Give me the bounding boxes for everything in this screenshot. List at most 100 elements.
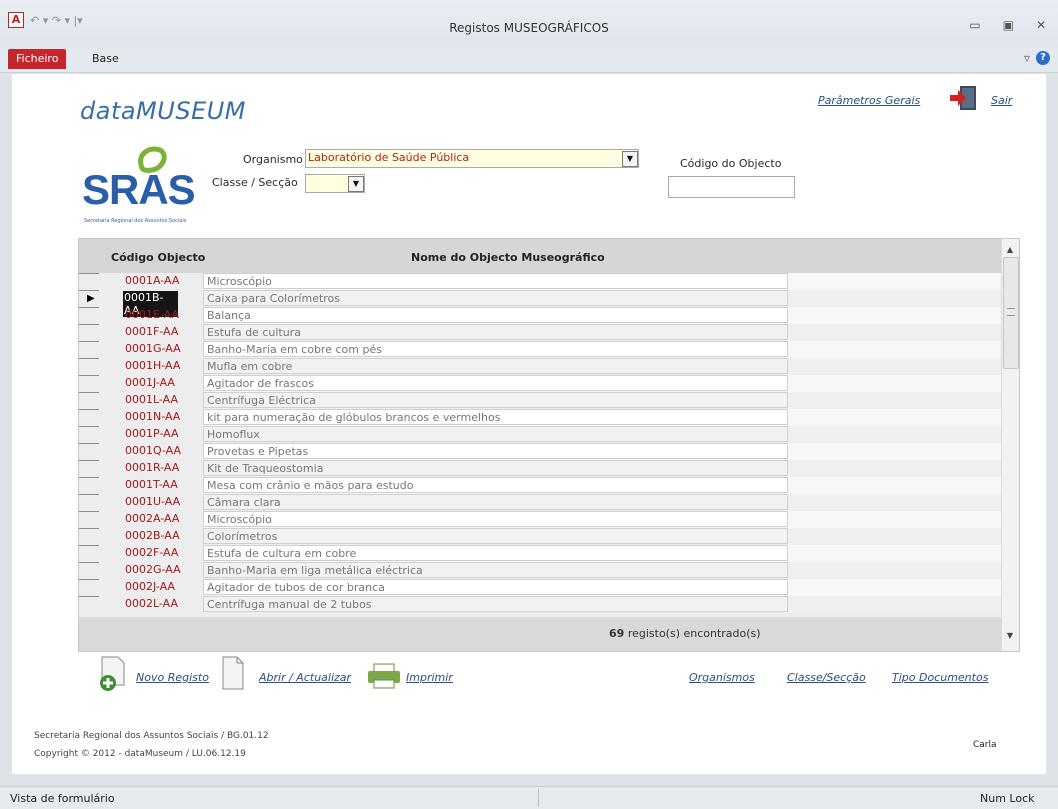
tab-base[interactable]: Base: [92, 49, 119, 69]
object-code-cell[interactable]: 0001N-AA: [115, 410, 209, 423]
object-name-cell[interactable]: Kit de Traqueostomia: [203, 460, 788, 476]
column-header-code[interactable]: Código Objecto: [111, 251, 205, 264]
object-code-cell[interactable]: 0001U-AA: [115, 495, 209, 508]
object-name-cell[interactable]: Centrífuga Eléctrica: [203, 392, 788, 408]
object-name-cell[interactable]: Estufa de cultura em cobre: [203, 545, 788, 561]
object-name-cell[interactable]: Balança: [203, 307, 788, 323]
table-row[interactable]: 0002B-AA Colorímetros: [79, 528, 1001, 545]
table-row[interactable]: 0001G-AA Banho-Maria em cobre com pés: [79, 341, 1001, 358]
object-code-cell[interactable]: 0001J-AA: [115, 376, 209, 389]
record-selector[interactable]: [79, 409, 99, 426]
table-row[interactable]: 0001E-AA Balança: [79, 307, 1001, 324]
object-name-cell[interactable]: Mesa com crânio e mãos para estudo: [203, 477, 788, 493]
record-selector[interactable]: [79, 460, 99, 477]
object-code-cell[interactable]: 0001F-AA: [115, 325, 209, 338]
tab-ficheiro[interactable]: Ficheiro: [8, 49, 67, 69]
object-code-cell[interactable]: 0001R-AA: [115, 461, 209, 474]
scroll-down-icon[interactable]: ▼: [1004, 631, 1016, 643]
column-header-name[interactable]: Nome do Objecto Museográfico: [411, 251, 605, 264]
object-code-cell[interactable]: 0002B-AA: [115, 529, 209, 542]
record-selector[interactable]: [79, 545, 99, 562]
object-code-cell[interactable]: 0002A-AA: [115, 512, 209, 525]
table-row[interactable]: 0001Q-AA Provetas e Pipetas: [79, 443, 1001, 460]
table-row[interactable]: 0001A-AA Microscópio: [79, 273, 1001, 290]
table-row[interactable]: 0001P-AA Homoflux: [79, 426, 1001, 443]
object-name-cell[interactable]: kit para numeração de glóbulos brancos e…: [203, 409, 788, 425]
record-selector[interactable]: [79, 358, 99, 375]
object-name-cell[interactable]: Microscópio: [203, 511, 788, 527]
record-selector[interactable]: [79, 307, 99, 324]
record-selector[interactable]: [79, 273, 99, 290]
scroll-up-icon[interactable]: ▲: [1004, 245, 1016, 257]
record-selector[interactable]: [79, 477, 99, 494]
general-params-link[interactable]: Parâmetros Gerais: [818, 94, 920, 107]
record-selector[interactable]: ▶: [79, 290, 99, 307]
open-update-link[interactable]: Abrir / Actualizar: [259, 671, 351, 684]
object-code-cell[interactable]: 0002F-AA: [115, 546, 209, 559]
object-name-cell[interactable]: Provetas e Pipetas: [203, 443, 788, 459]
table-row[interactable]: 0001T-AA Mesa com crânio e mãos para estu…: [79, 477, 1001, 494]
object-code-cell[interactable]: 0002G-AA: [115, 563, 209, 576]
object-code-cell[interactable]: 0001Q-AA: [115, 444, 209, 457]
object-name-cell[interactable]: Microscópio: [203, 273, 788, 289]
help-icon[interactable]: ?: [1036, 51, 1050, 65]
object-code-cell[interactable]: 0001H-AA: [115, 359, 209, 372]
vertical-scrollbar[interactable]: ▲ ▼: [1001, 239, 1019, 650]
object-code-cell[interactable]: 0002J-AA: [115, 580, 209, 593]
record-selector[interactable]: [79, 341, 99, 358]
chevron-down-icon[interactable]: ▼: [622, 151, 638, 167]
object-name-cell[interactable]: Homoflux: [203, 426, 788, 442]
record-selector[interactable]: [79, 596, 99, 613]
table-row[interactable]: 0001R-AA Kit de Traqueostomia: [79, 460, 1001, 477]
record-selector[interactable]: [79, 511, 99, 528]
class-section-select[interactable]: ▼: [305, 174, 365, 193]
record-selector[interactable]: [79, 443, 99, 460]
table-row[interactable]: 0001F-AA Estufa de cultura: [79, 324, 1001, 341]
object-code-cell[interactable]: 0001G-AA: [115, 342, 209, 355]
table-row[interactable]: 0001H-AA Mufla em cobre: [79, 358, 1001, 375]
object-name-cell[interactable]: Banho-Maria em liga metálica eléctrica: [203, 562, 788, 578]
object-name-cell[interactable]: Centrífuga manual de 2 tubos: [203, 596, 788, 612]
object-code-cell[interactable]: 0001E-AA: [115, 308, 209, 321]
exit-link[interactable]: Sair: [991, 94, 1012, 107]
object-code-cell[interactable]: 0001P-AA: [115, 427, 209, 440]
new-record-link[interactable]: Novo Registo: [136, 671, 209, 684]
table-row[interactable]: 0002A-AA Microscópio: [79, 511, 1001, 528]
object-name-cell[interactable]: Banho-Maria em cobre com pés: [203, 341, 788, 357]
object-name-cell[interactable]: Câmara clara: [203, 494, 788, 510]
record-selector[interactable]: [79, 528, 99, 545]
table-row[interactable]: 0002G-AA Banho-Maria em liga metálica elé…: [79, 562, 1001, 579]
scroll-thumb[interactable]: [1003, 257, 1019, 369]
printer-icon[interactable]: [366, 662, 402, 690]
record-selector[interactable]: [79, 494, 99, 511]
new-record-icon[interactable]: [98, 655, 128, 691]
table-row[interactable]: 0002L-AA Centrífuga manual de 2 tubos: [79, 596, 1001, 613]
exit-icon[interactable]: [948, 83, 978, 113]
record-selector[interactable]: [79, 426, 99, 443]
table-row[interactable]: 0001L-AA Centrífuga Eléctrica: [79, 392, 1001, 409]
record-selector[interactable]: [79, 562, 99, 579]
organisms-link[interactable]: Organismos: [689, 671, 755, 684]
record-selector[interactable]: [79, 579, 99, 596]
document-types-link[interactable]: Tipo Documentos: [892, 671, 988, 684]
object-name-cell[interactable]: Estufa de cultura: [203, 324, 788, 340]
object-code-cell[interactable]: 0002L-AA: [115, 597, 209, 610]
object-name-cell[interactable]: Colorímetros: [203, 528, 788, 544]
object-code-cell[interactable]: 0001A-AA: [115, 274, 209, 287]
collapse-ribbon-icon[interactable]: ▿: [1024, 51, 1030, 65]
object-code-input[interactable]: [668, 176, 795, 198]
maximize-icon[interactable]: ▣: [1003, 18, 1014, 32]
table-row[interactable]: ▶ 0001B-AA Caixa para Colorímetros: [79, 290, 1001, 317]
record-selector[interactable]: [79, 324, 99, 341]
chevron-down-icon[interactable]: ▼: [348, 176, 364, 192]
class-section-link[interactable]: Classe/Secção: [787, 671, 866, 684]
object-code-cell[interactable]: 0001T-AA: [115, 478, 209, 491]
table-row[interactable]: 0001U-AA Câmara clara: [79, 494, 1001, 511]
minimize-icon[interactable]: ▭: [969, 18, 980, 32]
object-name-cell[interactable]: Caixa para Colorímetros: [203, 290, 788, 306]
print-link[interactable]: Imprimir: [406, 671, 453, 684]
table-row[interactable]: 0001J-AA Agitador de frascos: [79, 375, 1001, 392]
table-row[interactable]: 0001N-AA kit para numeração de glóbulos b…: [79, 409, 1001, 426]
open-record-icon[interactable]: [219, 655, 247, 691]
object-code-cell[interactable]: 0001L-AA: [115, 393, 209, 406]
